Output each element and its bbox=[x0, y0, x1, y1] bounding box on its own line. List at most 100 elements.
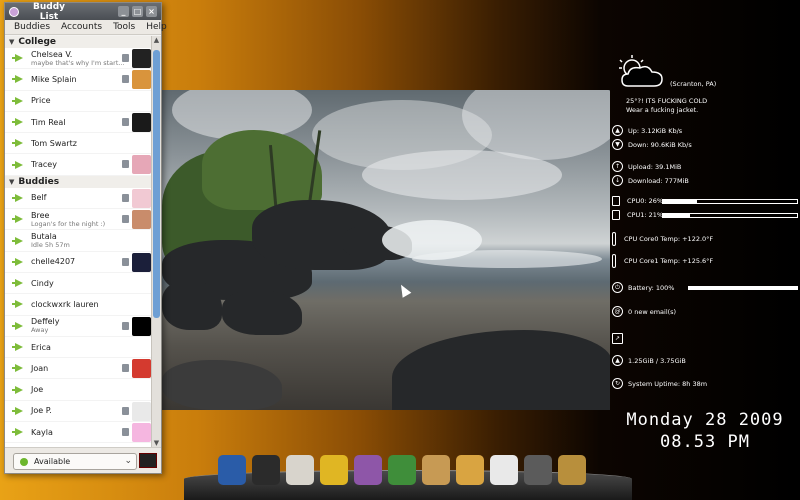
online-status-icon bbox=[12, 406, 25, 415]
menu-accounts[interactable]: Accounts bbox=[61, 22, 102, 32]
files-icon[interactable] bbox=[422, 455, 450, 485]
weather-location: (Scranton, PA) bbox=[670, 80, 717, 88]
expand-icon: ▼ bbox=[9, 177, 15, 186]
mobile-device-icon bbox=[122, 75, 129, 84]
buddy-row[interactable]: Cindy bbox=[5, 273, 153, 295]
pandora-icon[interactable] bbox=[490, 455, 518, 485]
online-status-icon bbox=[12, 215, 25, 224]
keyboard-icon[interactable] bbox=[139, 453, 157, 468]
bird-icon[interactable] bbox=[320, 455, 348, 485]
buddy-row[interactable]: Deffely Away bbox=[5, 316, 153, 337]
text-editor-icon[interactable] bbox=[286, 455, 314, 485]
buddy-row[interactable]: Kayla bbox=[5, 422, 153, 444]
online-status-icon bbox=[12, 118, 25, 127]
buddy-text: Belf bbox=[31, 193, 46, 202]
online-status-icon bbox=[12, 257, 25, 266]
core1-temp: CPU Core1 Temp: +125.6°F bbox=[624, 257, 714, 265]
expand-icon: ▼ bbox=[9, 38, 15, 46]
chrome-icon[interactable] bbox=[388, 455, 416, 485]
avatar bbox=[132, 423, 151, 443]
available-icon bbox=[20, 457, 28, 466]
status-bar: Available ⌄ bbox=[5, 447, 161, 473]
buddy-name: Tracey bbox=[31, 160, 57, 170]
cpu0-label: CPU0: 26% bbox=[627, 197, 664, 205]
online-status-icon bbox=[12, 193, 25, 202]
buddy-row[interactable]: chelle4207 bbox=[5, 252, 153, 273]
media-player-icon[interactable] bbox=[524, 455, 552, 485]
avatar bbox=[132, 70, 151, 90]
buddy-text: Chelsea V. maybe that's why I'm start... bbox=[31, 50, 125, 67]
avatar bbox=[132, 112, 151, 132]
scroll-up-icon[interactable]: ▲ bbox=[152, 36, 161, 46]
buddy-text: Tracey bbox=[31, 160, 57, 169]
buddy-row[interactable]: Belf bbox=[5, 188, 153, 210]
cpu0-bar-fill bbox=[662, 200, 697, 204]
buddy-name: chelle4207 bbox=[31, 257, 76, 267]
buddy-text: Deffely Away bbox=[31, 317, 59, 334]
weather-line-2: Wear a fucking jacket. bbox=[626, 106, 699, 114]
firefox-icon[interactable] bbox=[218, 455, 246, 485]
buddy-row[interactable]: Butala Idle 5h 57m bbox=[5, 230, 153, 252]
weather-line-1: 25°?! ITS FUCKING COLD bbox=[626, 97, 708, 105]
mobile-device-icon bbox=[122, 215, 129, 224]
buddy-row[interactable]: Joe P. bbox=[5, 401, 153, 423]
mobile-device-icon bbox=[122, 257, 129, 266]
buddy-row[interactable]: Price bbox=[5, 91, 153, 112]
online-status-icon bbox=[12, 54, 25, 63]
mobile-device-icon bbox=[122, 364, 129, 373]
menu-tools[interactable]: Tools bbox=[113, 22, 135, 32]
chevron-down-icon: ⌄ bbox=[124, 456, 132, 466]
buddy-row[interactable]: Bree Logan's for the night :) bbox=[5, 209, 153, 231]
scrollbar-thumb[interactable] bbox=[153, 50, 160, 318]
scrollbar[interactable]: ▲ ▼ bbox=[151, 36, 161, 449]
buddy-status-message: maybe that's why I'm start... bbox=[31, 58, 125, 67]
pidgin-icon[interactable] bbox=[354, 455, 382, 485]
buddy-row[interactable]: Tim Real bbox=[5, 112, 153, 134]
mobile-device-icon bbox=[122, 160, 129, 169]
buddy-name: Cindy bbox=[31, 278, 54, 288]
cpu-icon bbox=[612, 196, 620, 206]
mobile-device-icon bbox=[122, 193, 129, 202]
folder-icon[interactable] bbox=[456, 455, 484, 485]
arrow-down-icon: ▼ bbox=[612, 139, 623, 150]
buddy-row[interactable]: Joan bbox=[5, 358, 153, 380]
battery-icon: ⏻ bbox=[612, 282, 623, 293]
close-button[interactable]: × bbox=[146, 6, 157, 17]
buddy-row[interactable]: Erica bbox=[5, 337, 153, 359]
buddy-row[interactable]: Mike Splain bbox=[5, 69, 153, 91]
thermometer-icon bbox=[612, 232, 616, 246]
buddy-name: Belf bbox=[31, 193, 47, 203]
buddy-list-window[interactable]: Buddy List _ □ × Buddies Accounts Tools … bbox=[4, 2, 167, 474]
arrow-up-icon: ▲ bbox=[612, 125, 623, 136]
online-status-icon bbox=[12, 139, 25, 148]
menu-help[interactable]: Help bbox=[146, 22, 167, 32]
buddy-name: Price bbox=[31, 96, 51, 106]
pidgin-icon bbox=[9, 6, 19, 17]
cpu1-bar-fill bbox=[662, 214, 690, 218]
title-bar[interactable]: Buddy List _ □ × bbox=[5, 2, 161, 22]
buddy-status-message: Idle 5h 57m bbox=[31, 241, 70, 250]
buddy-row[interactable]: Chelsea V. maybe that's why I'm start... bbox=[5, 48, 153, 70]
group-buddies[interactable]: ▼ Buddies bbox=[5, 175, 153, 188]
online-status-icon bbox=[12, 428, 25, 437]
buddy-row[interactable]: Joe bbox=[5, 379, 153, 401]
buddy-row[interactable]: Tom Swartz bbox=[5, 133, 153, 155]
net-upload: Upload: 39.1MiB bbox=[628, 162, 682, 171]
buddy-name: Deffely bbox=[31, 317, 60, 327]
cpu1-label: CPU1: 21% bbox=[627, 211, 664, 219]
maximize-button[interactable]: □ bbox=[132, 6, 143, 17]
wallpaper-photo bbox=[162, 90, 610, 410]
terminal-icon[interactable] bbox=[252, 455, 280, 485]
buddy-name: Tom Swartz bbox=[31, 138, 77, 148]
time-display: 08.53 PM bbox=[660, 432, 750, 452]
buddy-list[interactable]: ▼ College Chelsea V. maybe that's why I'm… bbox=[5, 36, 153, 449]
buddy-row[interactable]: Tracey bbox=[5, 154, 153, 176]
status-selector[interactable]: Available ⌄ bbox=[13, 453, 137, 470]
minimize-button[interactable]: _ bbox=[118, 6, 129, 17]
avatar bbox=[132, 359, 151, 379]
buddy-row[interactable]: clockwxrk lauren bbox=[5, 294, 153, 316]
trash-icon[interactable] bbox=[558, 455, 586, 485]
memory-icon: ▲ bbox=[612, 355, 623, 366]
group-college[interactable]: ▼ College bbox=[5, 36, 153, 48]
menu-buddies[interactable]: Buddies bbox=[14, 22, 50, 32]
